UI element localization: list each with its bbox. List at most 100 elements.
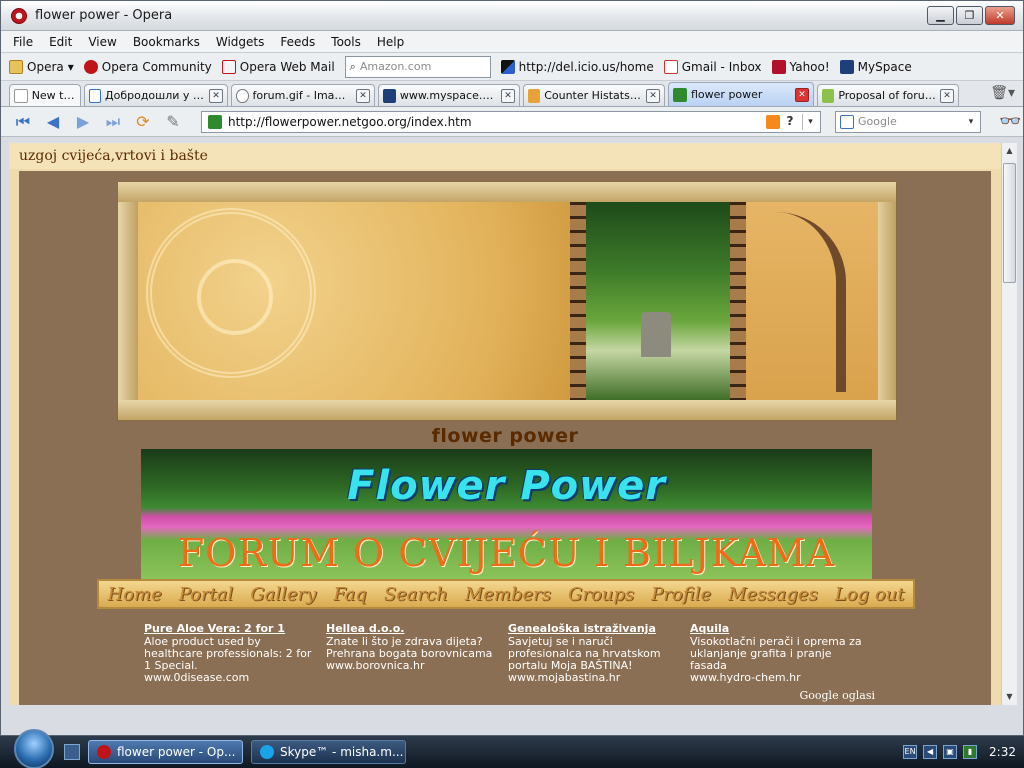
menu-bookmarks[interactable]: Bookmarks	[125, 31, 208, 53]
menu-feeds[interactable]: Feeds	[272, 31, 323, 53]
bookmark-myspace[interactable]: MySpace	[839, 59, 912, 74]
nav-link-profile[interactable]: Profile	[651, 584, 711, 605]
bookmark-opera-community[interactable]: Opera Community	[83, 59, 212, 74]
amazon-search-field[interactable]: ⌕ Amazon.com	[344, 55, 491, 78]
address-dropdown-icon[interactable]: ▾	[802, 113, 818, 130]
site-icon	[208, 114, 222, 129]
fast-forward-button[interactable]: ⏭	[101, 111, 125, 133]
tab-gmail[interactable]: Добродошли у Gmail ✕	[84, 84, 228, 106]
nav-link-faq[interactable]: Faq	[333, 584, 367, 605]
close-button[interactable]: ✕	[985, 6, 1015, 25]
bookmark-opera-label: Opera	[27, 59, 64, 74]
nav-link-messages[interactable]: Messages	[728, 584, 818, 605]
scroll-up-icon[interactable]: ▲	[1002, 143, 1017, 159]
ad-url[interactable]: www.0disease.com	[144, 672, 316, 684]
tab-counter-histats[interactable]: Counter Histats.co... ✕	[523, 84, 665, 106]
zoom-glasses-icon[interactable]: 👓	[999, 111, 1021, 132]
ad-title-link[interactable]: Pure Aloe Vera: 2 for 1	[144, 623, 316, 635]
trash-icon[interactable]: 🗑▾	[990, 85, 1015, 101]
image-icon	[236, 88, 249, 103]
google-search-field[interactable]: Google ▾	[835, 110, 981, 133]
tab-close-icon[interactable]: ✕	[209, 88, 223, 103]
opera-logo-icon	[11, 7, 27, 24]
network-icon[interactable]: ▣	[943, 745, 958, 759]
taskbar-item-label: flower power - Op...	[117, 745, 236, 759]
tab-label: New tab	[31, 89, 76, 102]
title-bar[interactable]: flower power - Opera ▁ ❐ ✕	[1, 1, 1023, 31]
bookmark-opera-web-mail[interactable]: Opera Web Mail	[221, 59, 335, 74]
banner-rail-bottom	[118, 400, 896, 420]
address-field[interactable]: http://flowerpower.netgoo.org/index.htm …	[201, 110, 821, 133]
nav-link-members[interactable]: Members	[465, 584, 551, 605]
tab-close-icon[interactable]: ✕	[356, 88, 370, 103]
taskbar-item-skype[interactable]: Skype™ - misha.m...	[251, 740, 406, 764]
clock[interactable]: 2:32	[989, 745, 1016, 759]
ad-url[interactable]: www.mojabastina.hr	[508, 672, 680, 684]
scroll-down-icon[interactable]: ▼	[1002, 689, 1017, 705]
rss-icon[interactable]	[766, 114, 780, 129]
tab-myspace[interactable]: www.myspace.co... ✕	[378, 84, 520, 106]
bookmark-community-label: Opera Community	[101, 59, 212, 74]
histats-icon	[528, 88, 541, 103]
tab-close-icon[interactable]: ✕	[940, 88, 954, 103]
banner-gold-panel	[138, 202, 570, 400]
menu-view[interactable]: View	[80, 31, 124, 53]
menu-tools[interactable]: Tools	[323, 31, 369, 53]
tab-close-icon[interactable]: ✕	[795, 87, 809, 102]
tray-arrow-icon[interactable]: ◀	[923, 745, 938, 759]
ad-title-link[interactable]: Hellea d.o.o.	[326, 623, 498, 635]
tab-proposal-of-forum[interactable]: Proposal of forum ... ✕	[817, 84, 959, 106]
start-button[interactable]	[14, 729, 54, 768]
tab-close-icon[interactable]: ✕	[501, 88, 515, 103]
tab-close-icon[interactable]: ✕	[646, 88, 660, 103]
reload-button[interactable]: ⟳	[131, 111, 155, 133]
ad-item: Pure Aloe Vera: 2 for 1 Aloe product use…	[144, 623, 316, 684]
meter-icon[interactable]: ▮	[963, 745, 978, 759]
ad-title-link[interactable]: Genealoška istraživanja	[508, 623, 680, 635]
menu-file[interactable]: File	[5, 31, 41, 53]
blossom-branch-panel	[746, 202, 878, 400]
gmail-icon	[663, 59, 678, 74]
banner-post-left	[118, 202, 138, 400]
quick-launch-icon[interactable]	[64, 744, 80, 760]
vertical-scrollbar[interactable]: ▲ ▼	[1001, 143, 1017, 705]
bookmark-opera[interactable]: Opera ▾	[9, 59, 74, 74]
edit-icon[interactable]: ✎	[161, 111, 185, 133]
nav-link-home[interactable]: Home	[107, 584, 161, 605]
bookmark-delicious[interactable]: http://del.icio.us/home	[500, 59, 654, 74]
ad-text: Visokotlačni perači i oprema za uklanjan…	[690, 635, 862, 672]
search-engine-dropdown-icon[interactable]: ▾	[964, 114, 978, 130]
menu-help[interactable]: Help	[369, 31, 412, 53]
nav-link-search[interactable]: Search	[384, 584, 448, 605]
tab-new-tab[interactable]: New tab	[9, 84, 81, 106]
language-indicator[interactable]: EN	[903, 745, 918, 759]
ad-title-link[interactable]: Aquila	[690, 623, 862, 635]
google-ads-block: Pure Aloe Vera: 2 for 1 Aloe product use…	[144, 623, 884, 684]
nav-link-gallery[interactable]: Gallery	[250, 584, 316, 605]
google-icon	[89, 88, 101, 103]
bookmark-myspace-label: MySpace	[857, 59, 912, 74]
menu-widgets[interactable]: Widgets	[208, 31, 273, 53]
navigation-bar: ⏮ ◀ ▶ ⏭ ⟳ ✎ http://flowerpower.netgoo.or…	[1, 107, 1023, 137]
nav-link-log-out[interactable]: Log out	[835, 584, 905, 605]
ad-url[interactable]: www.hydro-chem.hr	[690, 672, 862, 684]
scroll-thumb[interactable]	[1003, 163, 1016, 283]
window-title: flower power - Opera	[35, 8, 173, 23]
tab-flower-power[interactable]: flower power ✕	[668, 82, 814, 106]
google-ads-label[interactable]: Google oglasi	[799, 689, 875, 702]
help-icon[interactable]: ?	[782, 114, 798, 130]
forward-button[interactable]: ▶	[71, 111, 95, 133]
bookmark-yahoo[interactable]: Yahoo!	[771, 59, 830, 74]
ad-url[interactable]: www.borovnica.hr	[326, 660, 498, 672]
maximize-button[interactable]: ❐	[956, 6, 983, 25]
bookmark-gmail[interactable]: Gmail - Inbox	[663, 59, 762, 74]
back-button[interactable]: ◀	[41, 111, 65, 133]
minimize-button[interactable]: ▁	[927, 6, 954, 25]
tab-forum-gif[interactable]: forum.gif - Image -... ✕	[231, 84, 375, 106]
rewind-button[interactable]: ⏮	[11, 111, 35, 133]
nav-link-portal[interactable]: Portal	[179, 584, 234, 605]
taskbar-item-opera[interactable]: flower power - Op...	[88, 740, 243, 764]
nav-link-groups[interactable]: Groups	[568, 584, 634, 605]
menu-edit[interactable]: Edit	[41, 31, 80, 53]
google-search-placeholder: Google	[858, 115, 897, 128]
